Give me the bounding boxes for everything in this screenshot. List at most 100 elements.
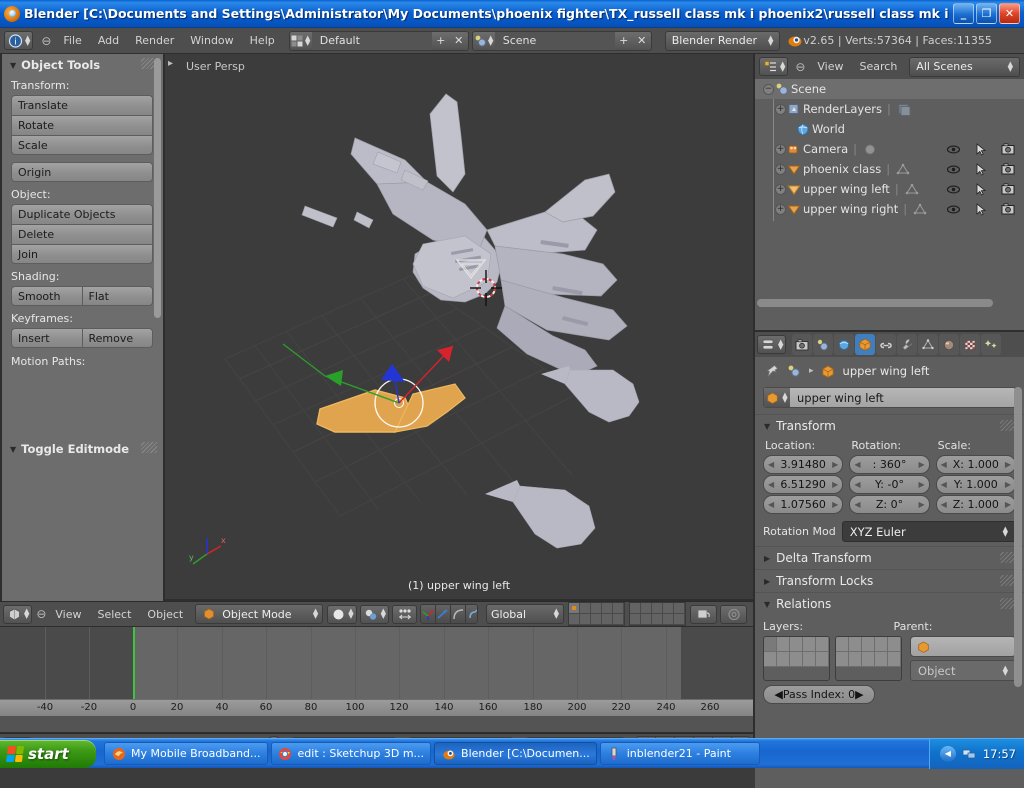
close-button[interactable]: ✕ <box>999 3 1020 24</box>
chevron-right-icon[interactable]: ▶ <box>1005 460 1011 469</box>
editor-type-selector[interactable]: i ▲▼ <box>4 31 33 50</box>
screen-layout-datablock[interactable]: ▲▼ Default + ✕ <box>289 31 469 51</box>
mesh-data-icon[interactable] <box>912 201 929 217</box>
location-x-field[interactable]: ◀3.91480▶ <box>763 455 843 474</box>
transform-locks-panel-header[interactable]: ▶ Transform Locks <box>755 569 1024 592</box>
delta-transform-panel-header[interactable]: ▶ Delta Transform <box>755 546 1024 569</box>
rotation-y-field[interactable]: ◀Y: -0°▶ <box>849 475 929 494</box>
chevron-right-icon[interactable]: ▶ <box>832 460 838 469</box>
outliner-editor[interactable]: ▲▼ ⊖ View Search All Scenes ▲▼ − Scene <box>755 54 1024 330</box>
render-preview-button[interactable] <box>690 605 717 624</box>
properties-editor-type-selector[interactable]: ▲▼ <box>757 335 786 354</box>
chevron-left-icon[interactable]: ◀ <box>768 460 774 469</box>
properties-editor[interactable]: ▲▼ <box>755 332 1024 788</box>
rotate-manipulator-icon[interactable] <box>436 605 451 623</box>
outliner-row-world[interactable]: World <box>755 119 1024 139</box>
cursor-arrow-icon[interactable] <box>967 203 994 216</box>
outliner-row-scene[interactable]: − Scene <box>755 79 1024 99</box>
camera-render-icon[interactable] <box>994 203 1021 216</box>
translate-button[interactable]: Translate <box>11 95 153 115</box>
rotate-button[interactable]: Rotate <box>11 115 153 135</box>
add-layout-button[interactable]: + <box>432 32 450 50</box>
scene-layers-block-1[interactable] <box>568 602 625 626</box>
modifiers-tab[interactable] <box>897 334 917 355</box>
texture-tab[interactable] <box>960 334 980 355</box>
chevron-right-icon[interactable]: ▶ <box>832 480 838 489</box>
outliner-row-phoenix-class[interactable]: + phoenix class | <box>755 159 1024 179</box>
viewport-menu-select[interactable]: Select <box>89 602 139 627</box>
toolshelf-scrollbar[interactable] <box>154 58 161 318</box>
chevron-right-icon[interactable]: ▶ <box>919 500 925 509</box>
scene-icon[interactable] <box>786 363 803 379</box>
expand-toggle[interactable]: + <box>775 184 786 195</box>
location-y-field[interactable]: ◀6.51290▶ <box>763 475 843 494</box>
constraints-tab[interactable] <box>876 334 896 355</box>
3d-viewport[interactable]: ▸ User Persp <box>165 54 753 599</box>
chevron-left-icon[interactable]: ◀ <box>854 500 860 509</box>
chevron-right-icon[interactable]: ▶ <box>832 500 838 509</box>
outliner-editor-type-selector[interactable]: ▲▼ <box>759 57 788 76</box>
chevron-left-icon[interactable]: ◀ <box>768 500 774 509</box>
pin-icon[interactable] <box>763 363 780 379</box>
interaction-mode-selector[interactable]: Object Mode ▲▼ <box>195 604 323 624</box>
scale-z-field[interactable]: ◀Z: 1.000▶ <box>936 495 1016 514</box>
eye-icon[interactable] <box>940 143 967 156</box>
scale-y-field[interactable]: ◀Y: 1.000▶ <box>936 475 1016 494</box>
cursor-arrow-icon[interactable] <box>967 163 994 176</box>
transform-orientation-selector[interactable]: Global ▲▼ <box>486 604 564 624</box>
data-tab[interactable] <box>918 334 938 355</box>
delete-button[interactable]: Delete <box>11 224 153 244</box>
render-tab[interactable] <box>792 334 812 355</box>
particles-tab[interactable] <box>981 334 1001 355</box>
join-button[interactable]: Join <box>11 244 153 264</box>
chevron-right-icon[interactable]: ▶ <box>1005 500 1011 509</box>
manipulator-mode-group[interactable] <box>420 604 478 624</box>
parent-object-field[interactable] <box>910 636 1016 657</box>
collapse-menu-icon[interactable]: ⊖ <box>35 605 47 623</box>
rotation-mode-dropdown[interactable]: XYZ Euler ▲▼ <box>842 521 1016 542</box>
chevron-left-icon[interactable]: ◀ <box>774 688 782 701</box>
menu-render[interactable]: Render <box>127 28 182 54</box>
expand-toggle[interactable]: + <box>775 164 786 175</box>
chevron-left-icon[interactable]: ◀ <box>941 460 947 469</box>
rotation-x-field[interactable]: ◀: 360°▶ <box>849 455 929 474</box>
collapse-menu-icon[interactable]: ⊖ <box>791 58 809 76</box>
camera-render-icon[interactable] <box>994 143 1021 156</box>
maximize-button[interactable]: ❐ <box>976 3 997 24</box>
world-tab[interactable] <box>834 334 854 355</box>
properties-scrollbar[interactable] <box>1014 387 1022 687</box>
chevron-right-icon[interactable]: ▶ <box>919 480 925 489</box>
outliner-row-upper-wing-right[interactable]: + upper wing right | <box>755 199 1024 219</box>
chevron-right-icon[interactable]: ▶ <box>919 460 925 469</box>
timeline-editor[interactable]: -40 -20 0 20 40 60 80 100 120 140 160 18… <box>0 627 753 732</box>
minimize-button[interactable]: _ <box>953 3 974 24</box>
collapse-menu-icon[interactable]: ⊖ <box>37 32 55 50</box>
duplicate-objects-button[interactable]: Duplicate Objects <box>11 204 153 224</box>
translate-manipulator-icon[interactable] <box>421 605 436 623</box>
chevron-left-icon[interactable]: ◀ <box>941 480 947 489</box>
taskbar-item-firefox[interactable]: My Mobile Broadband... <box>104 742 268 765</box>
outliner-row-upper-wing-left[interactable]: + upper wing left | <box>755 179 1024 199</box>
scale-x-field[interactable]: ◀X: 1.000▶ <box>936 455 1016 474</box>
viewport-shading-selector[interactable]: ▲▼ <box>327 605 356 624</box>
menu-file[interactable]: File <box>55 28 89 54</box>
object-tools-panel-header[interactable]: ▼ Object Tools <box>2 54 163 74</box>
snap-during-transform-toggle[interactable] <box>392 605 417 624</box>
eye-icon[interactable] <box>940 183 967 196</box>
delete-scene-button[interactable]: ✕ <box>633 32 651 50</box>
eye-icon[interactable] <box>940 163 967 176</box>
taskbar-item-sketchup[interactable]: edit : Sketchup 3D m... <box>271 742 432 765</box>
flat-button[interactable]: Flat <box>82 286 154 306</box>
render-engine-selector[interactable]: Blender Render ▲▼ <box>665 31 781 51</box>
outliner-display-mode[interactable]: All Scenes ▲▼ <box>909 57 1020 77</box>
layer-block-1[interactable] <box>763 636 830 681</box>
location-z-field[interactable]: ◀1.07560▶ <box>763 495 843 514</box>
pivot-point-selector[interactable]: ▲▼ <box>360 605 389 624</box>
toggle-editmode-panel-header[interactable]: ▼ Toggle Editmode <box>2 438 163 458</box>
add-scene-button[interactable]: + <box>615 32 633 50</box>
taskbar-item-paint[interactable]: inblender21 - Paint <box>600 742 760 765</box>
tray-expand-button[interactable]: ◀ <box>940 746 956 762</box>
network-icon[interactable] <box>962 746 977 761</box>
chevron-left-icon[interactable]: ◀ <box>768 480 774 489</box>
screen-layout-name[interactable]: Default <box>312 32 432 50</box>
